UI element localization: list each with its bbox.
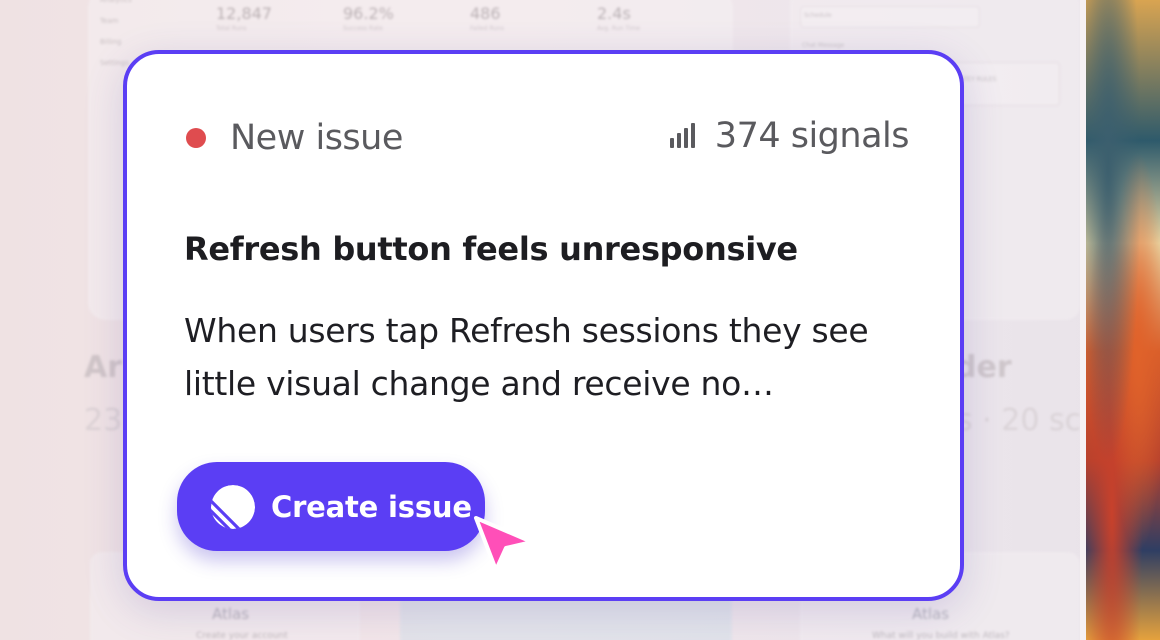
stat-value: 486 (470, 4, 501, 23)
atlas-logo: Atlas (912, 605, 950, 623)
stat-label: Success Rate (343, 25, 383, 32)
chat-label: Chat Message (802, 42, 845, 49)
stat: 2.4s Avg. Run Time (597, 4, 640, 32)
stat: 96.2% Success Rate (343, 4, 394, 32)
stat-label: Avg. Run Time (597, 25, 641, 32)
nav-item: Analytics (100, 0, 132, 4)
nav-item: Team (100, 17, 119, 25)
signals-count: 374 signals (714, 116, 910, 156)
nav-item: Billing (100, 38, 122, 46)
background-right-number: s · 20 sc (957, 403, 1082, 438)
atlas-subtitle: Create your account (196, 631, 288, 640)
stat: 12,847 Total Runs (216, 4, 272, 32)
atlas-logo: Atlas (212, 605, 250, 623)
status-label: New issue (230, 118, 403, 158)
issue-card: New issue 374 signals Refresh button fee… (123, 50, 964, 601)
painting-image (1086, 0, 1160, 640)
atlas-subtitle: What will you build with Atlas? (872, 631, 1010, 640)
background-left-number: 23 (84, 403, 123, 438)
cursor-arrow-icon (474, 516, 534, 572)
background-left-title: Ar (84, 350, 123, 385)
rules-label: ATEY RULES (960, 76, 997, 83)
signals-row: 374 signals (669, 116, 910, 156)
stat: 486 Failed Runs (470, 4, 504, 32)
stat-value: 96.2% (343, 4, 394, 23)
background-nav: Analytics Team Billing Settings (100, 0, 132, 74)
linear-logo-icon (211, 484, 255, 529)
stat-value: 2.4s (597, 4, 631, 23)
schedule-label: Schedule (804, 12, 832, 19)
create-issue-label: Create issue (271, 489, 472, 524)
stat-label: Total Runs (216, 25, 247, 32)
status-dot-icon (186, 128, 206, 148)
signal-bars-icon (669, 123, 695, 148)
issue-description: When users tap Refresh sessions they see… (184, 311, 869, 403)
create-issue-button[interactable]: Create issue (177, 462, 485, 551)
stat-value: 12,847 (216, 4, 272, 23)
stat-label: Failed Runs (470, 25, 504, 32)
status-row: New issue (186, 118, 403, 158)
issue-title: Refresh button feels unresponsive (184, 230, 798, 268)
